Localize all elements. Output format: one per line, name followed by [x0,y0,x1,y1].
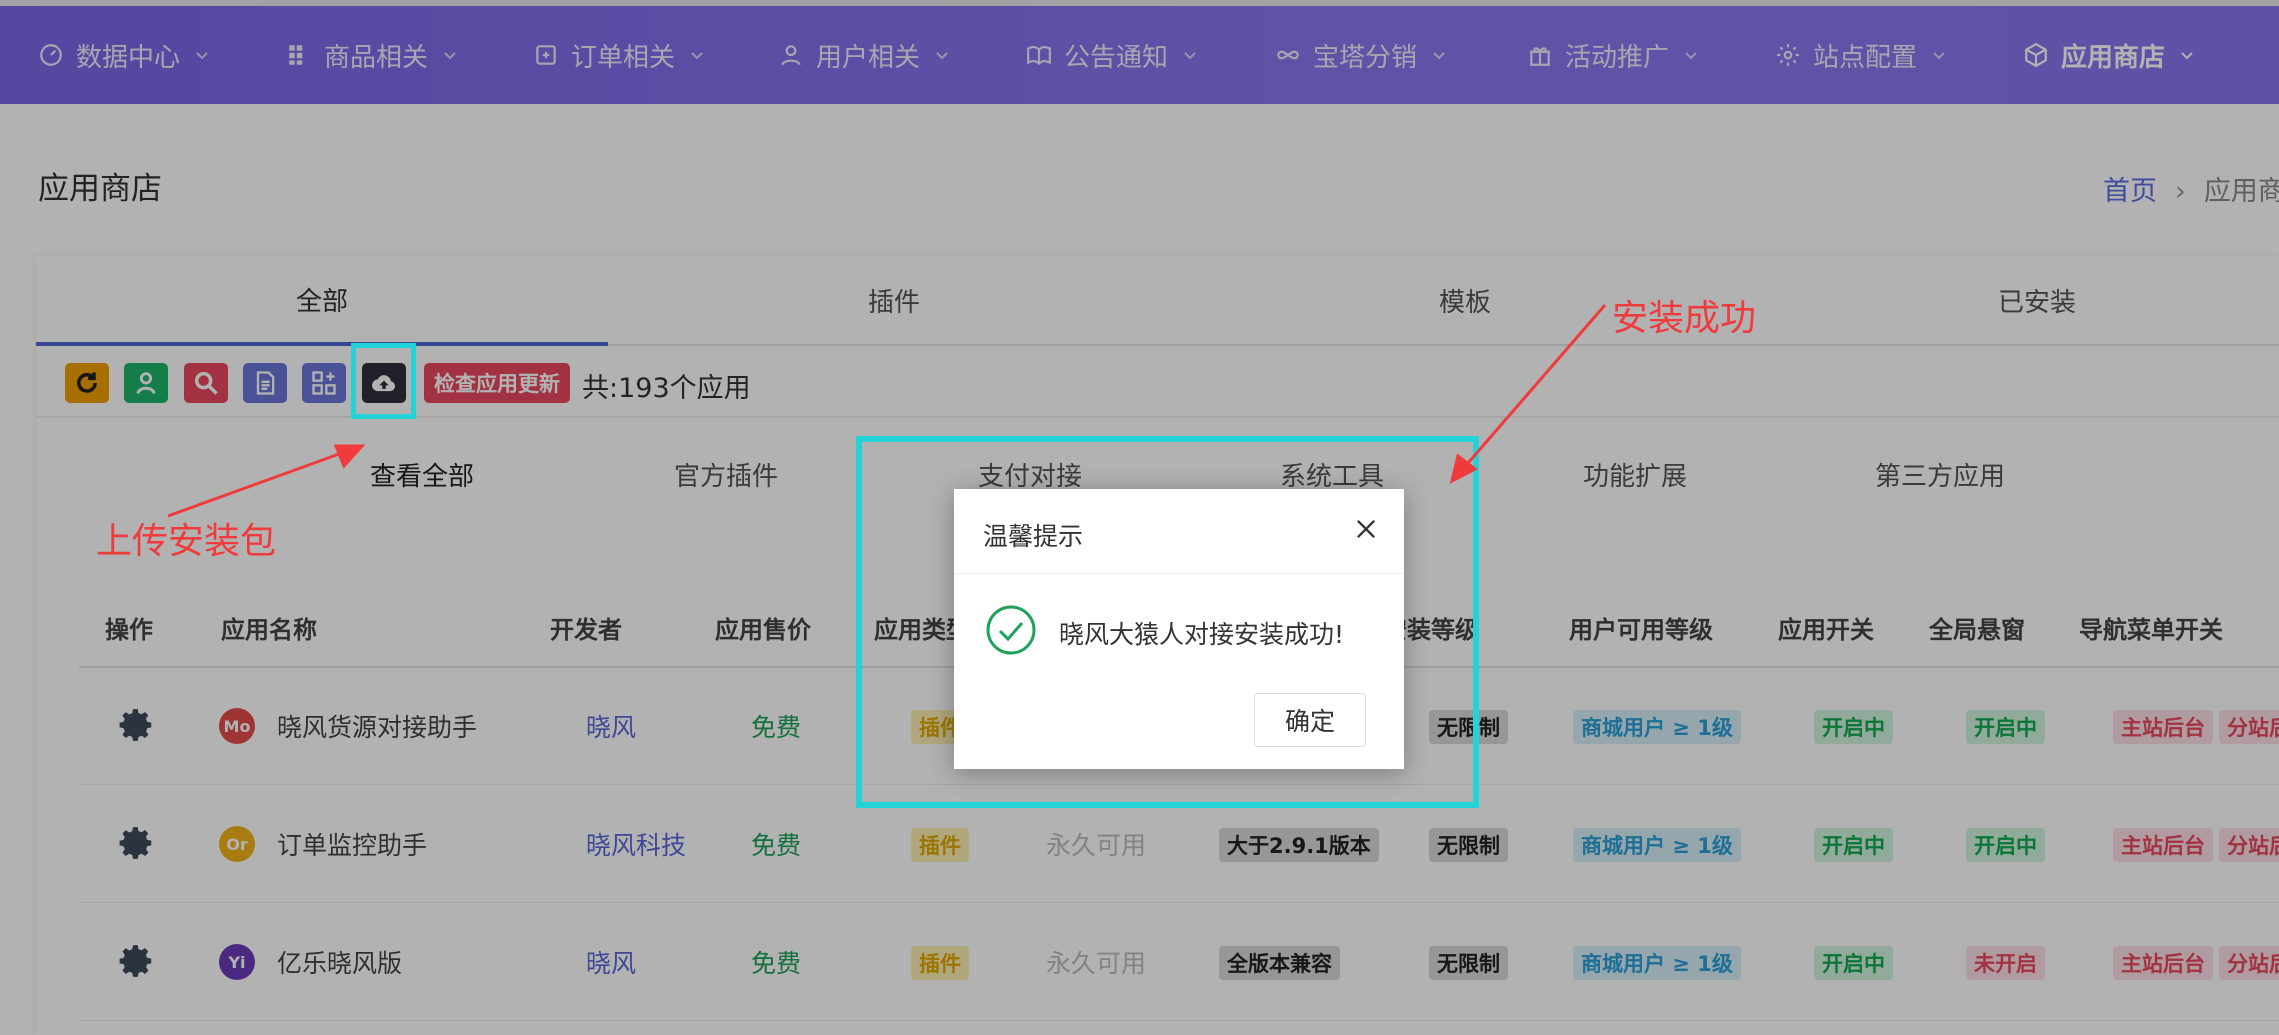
upload-annotation-label: 上传安装包 [96,521,277,562]
success-arrow-line [1460,304,1607,471]
upload-arrow-head [333,444,366,469]
upload-arrow-line [167,448,351,518]
success-annotation-label: 安装成功 [1612,298,1757,339]
annotation-arrows [167,304,1607,518]
